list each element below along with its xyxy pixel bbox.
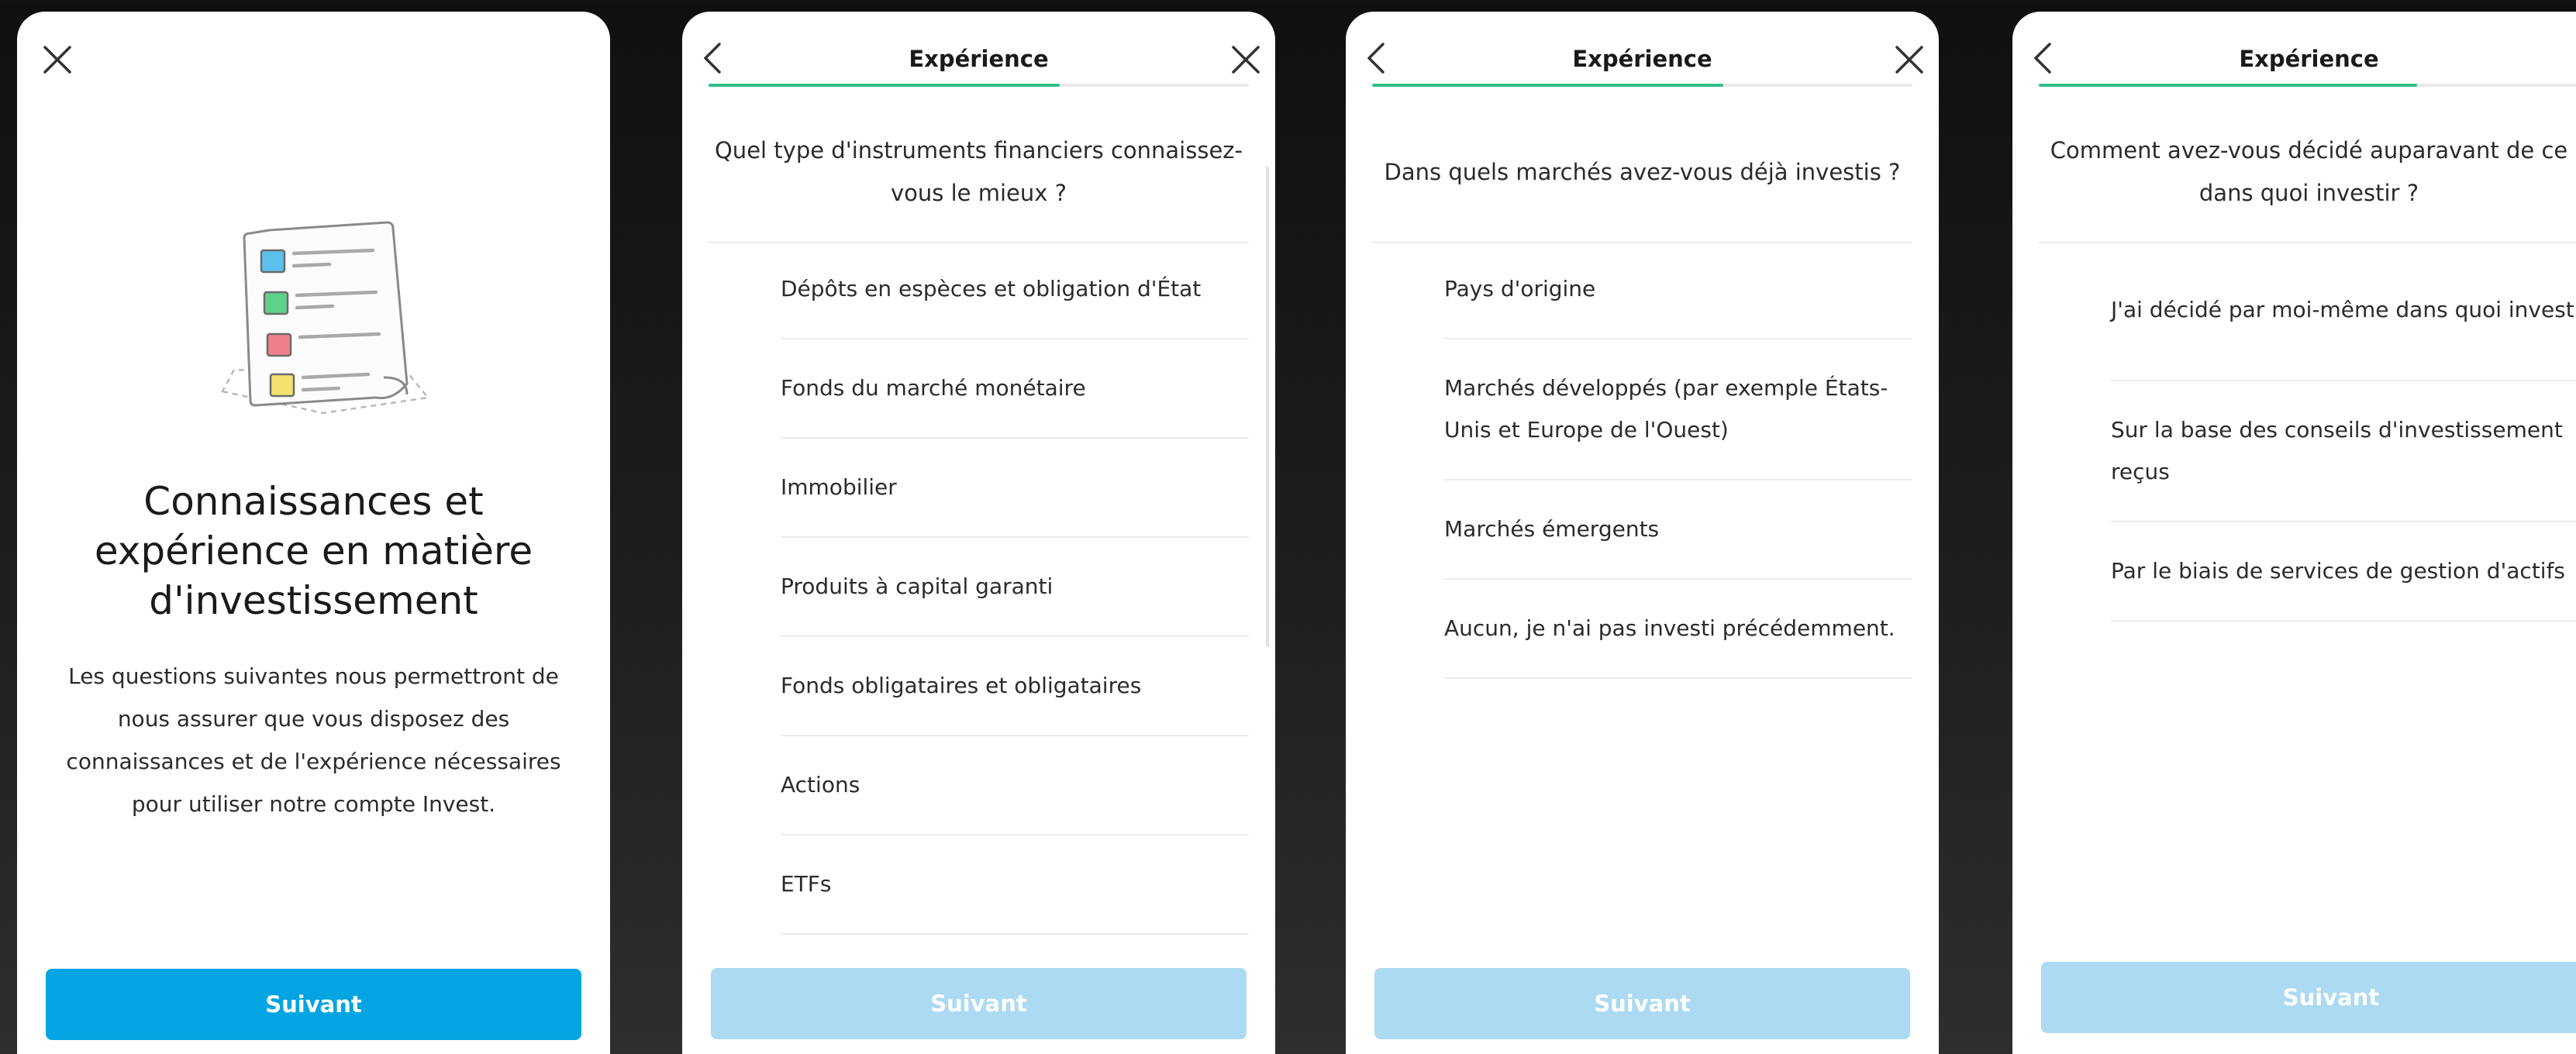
answer-option[interactable]: Marchés émergents: [1444, 480, 1912, 580]
experience-card-decision: Expérience Comment avez-vous décidé aupa…: [2012, 12, 2576, 1054]
intro-description: Les questions suivantes nous permettront…: [66, 663, 561, 817]
answer-option[interactable]: J'ai décidé par moi-même dans quoi inves…: [2111, 240, 2576, 381]
answer-option[interactable]: ETFs: [781, 835, 1249, 935]
answer-list: Pays d'origine Marchés développés (par ex…: [1346, 240, 1939, 679]
progress-fill: [1372, 84, 1724, 87]
page-title: Expérience: [909, 46, 1049, 72]
intro-heading: Connaissances et expérience en matière d…: [94, 479, 533, 623]
answer-list: J'ai décidé par moi-même dans quoi inves…: [2012, 240, 2576, 622]
answer-option[interactable]: Pays d'origine: [1444, 240, 1912, 339]
progress-bar: [2039, 84, 2576, 87]
answer-option[interactable]: Sur la base des conseils d'investissemen…: [2111, 381, 2576, 522]
experience-card-markets: Expérience Dans quels marchés avez-vous …: [1346, 12, 1939, 1054]
answer-option[interactable]: Immobilier: [781, 439, 1249, 538]
next-button[interactable]: Suivant: [46, 969, 581, 1040]
close-icon: [43, 46, 71, 74]
answer-option[interactable]: Marchés développés (par exemple États-Un…: [1444, 339, 1912, 480]
scrollbar[interactable]: [1266, 167, 1269, 647]
experience-card-instruments: Expérience Quel type d'instruments finan…: [682, 12, 1275, 1054]
question-text: Comment avez-vous décidé auparavant de c…: [2050, 137, 2568, 206]
answer-option[interactable]: Dépôts en espèces et obligation d'État: [781, 240, 1249, 339]
next-button[interactable]: Suivant: [711, 968, 1247, 1039]
close-icon: [1895, 46, 1923, 74]
answer-option[interactable]: Produits à capital garanti: [781, 538, 1249, 637]
answer-option[interactable]: Actions: [781, 736, 1249, 835]
question-text: Quel type d'instruments financiers conna…: [714, 137, 1243, 206]
progress-fill: [2039, 84, 2418, 87]
next-button[interactable]: Suivant: [1374, 968, 1910, 1039]
progress-bar: [709, 84, 1249, 87]
answer-option[interactable]: Fonds du marché monétaire: [781, 339, 1249, 439]
answer-option[interactable]: Aucun, je n'ai pas investi précédemment.: [1444, 580, 1912, 679]
progress-bar: [1372, 84, 1912, 87]
close-icon: [1232, 46, 1260, 74]
page-title: Expérience: [1572, 46, 1712, 72]
close-button[interactable]: [34, 35, 81, 81]
answer-option[interactable]: Par le biais de services de gestion d'ac…: [2111, 522, 2576, 622]
next-button[interactable]: Suivant: [2041, 962, 2576, 1033]
answer-list: Dépôts en espèces et obligation d'État Fo…: [682, 240, 1275, 935]
document-list-icon: [221, 221, 430, 415]
progress-fill: [709, 84, 1060, 87]
question-text: Dans quels marchés avez-vous déjà invest…: [1384, 159, 1901, 185]
page-title: Expérience: [2239, 46, 2379, 72]
intro-card: Connaissances et expérience en matière d…: [17, 12, 610, 1054]
close-button[interactable]: [1886, 35, 1933, 81]
answer-option[interactable]: Fonds obligataires et obligataires: [781, 637, 1249, 736]
close-button[interactable]: [1222, 35, 1269, 81]
